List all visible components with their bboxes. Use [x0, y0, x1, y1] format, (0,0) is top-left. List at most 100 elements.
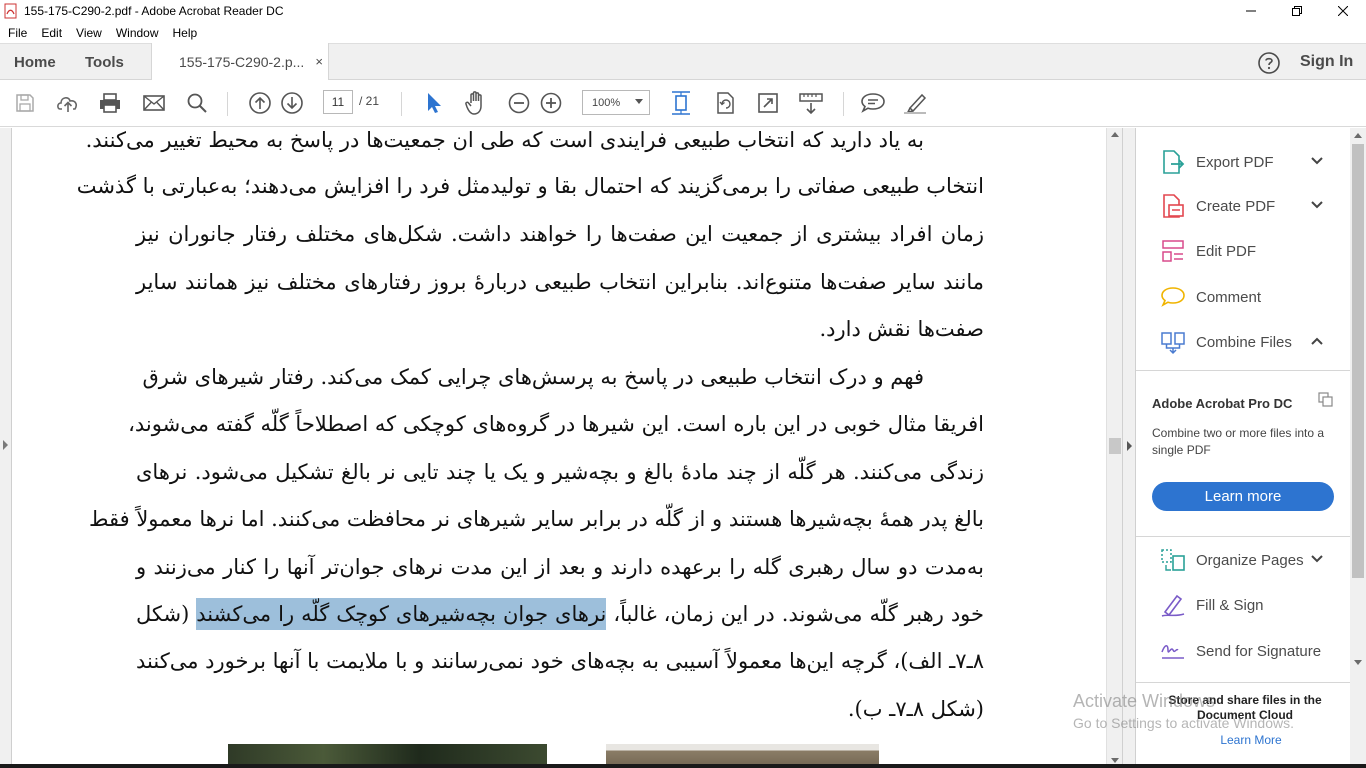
export-pdf-icon: [1160, 149, 1186, 175]
zoom-in-icon[interactable]: [538, 90, 564, 116]
document-viewport[interactable]: به یاد دارید که انتخاب طبیعی فرایندی است…: [0, 128, 1122, 768]
document-cloud-learn-more-link[interactable]: Learn More: [1136, 733, 1366, 747]
chevron-up-icon[interactable]: [1310, 333, 1324, 351]
chevron-down-icon: [635, 99, 643, 104]
save-icon[interactable]: [12, 90, 38, 116]
print-icon[interactable]: [97, 90, 123, 116]
tools-pane-scrollbar[interactable]: [1350, 128, 1366, 768]
zoom-out-icon[interactable]: [506, 90, 532, 116]
tab-home[interactable]: Home: [14, 44, 56, 80]
page-down-icon[interactable]: [279, 90, 305, 116]
scroll-mode-icon[interactable]: [798, 90, 824, 116]
text-line: زمان افراد بیشتری از جمعیت این صفت‌ها را…: [136, 222, 984, 246]
pdf-page: به یاد دارید که انتخاب طبیعی فرایندی است…: [76, 128, 990, 768]
comment-icon[interactable]: [860, 90, 886, 116]
copy-icon[interactable]: [1318, 392, 1334, 413]
search-icon[interactable]: [184, 90, 210, 116]
close-tab-icon[interactable]: ×: [315, 54, 323, 69]
zoom-select[interactable]: 100%: [582, 90, 650, 115]
activate-windows-watermark: Activate Windows Go to Settings to activ…: [1073, 690, 1294, 734]
pane-divider: [1136, 370, 1350, 371]
text-line: به یاد دارید که انتخاب طبیعی فرایندی است…: [85, 128, 924, 152]
title-bar: 155-175-C290-2.pdf - Adobe Acrobat Reade…: [0, 0, 1366, 22]
fit-page-icon[interactable]: [668, 90, 694, 116]
tool-create-pdf[interactable]: Create PDF: [1136, 186, 1350, 226]
tool-label: Combine Files: [1196, 333, 1292, 351]
page-number-input[interactable]: 11: [323, 90, 353, 114]
text-line: ۸ـ۷ـ الف)، گرچه این‌ها معمولاً آسیبی به …: [136, 649, 984, 673]
scroll-thumb[interactable]: [1352, 144, 1364, 578]
tools-pane: Export PDF Create PDF Edit PDF Comment C…: [1136, 128, 1350, 768]
document-tab-label: 155-175-C290-2.p...: [179, 54, 305, 70]
rotate-icon[interactable]: [712, 90, 738, 116]
tool-comment[interactable]: Comment: [1136, 277, 1350, 317]
page-total: / 21: [359, 94, 380, 108]
scroll-up-icon[interactable]: [1354, 133, 1362, 138]
send-signature-icon: [1160, 638, 1186, 664]
tab-document[interactable]: 155-175-C290-2.p... ×: [151, 43, 329, 81]
promo-title: Adobe Acrobat Pro DC: [1152, 396, 1293, 411]
email-icon[interactable]: [141, 90, 167, 116]
text-line: خود رهبر گلّه می‌شوند. در این زمان، غالب…: [136, 594, 984, 634]
scroll-up-icon[interactable]: [1111, 132, 1119, 137]
text-line: افریقا مثال خوبی در این باره است. این شی…: [128, 412, 984, 436]
tool-label: Organize Pages: [1196, 551, 1304, 569]
right-pane-toggle[interactable]: [1122, 128, 1136, 768]
organize-pages-icon: [1160, 547, 1186, 573]
hand-icon[interactable]: [463, 90, 489, 116]
menu-help[interactable]: Help: [166, 26, 205, 40]
tool-organize-pages[interactable]: Organize Pages: [1136, 540, 1350, 580]
edit-pdf-icon: [1160, 238, 1186, 264]
chevron-down-icon[interactable]: [1310, 153, 1324, 171]
watermark-subtitle: Go to Settings to activate Windows.: [1073, 715, 1294, 731]
text-highlight: نرهای جوان بچه‌شیرهای کوچک گلّه را می‌کش…: [196, 598, 607, 630]
left-nav-pane-toggle[interactable]: [0, 128, 12, 768]
tab-bar: Home Tools 155-175-C290-2.p... × Sign In: [0, 43, 1366, 81]
zoom-value: 100%: [592, 96, 621, 109]
document-scrollbar[interactable]: [1106, 128, 1122, 768]
restore-button[interactable]: [1274, 0, 1320, 22]
tool-combine-files[interactable]: Combine Files: [1136, 322, 1350, 362]
sign-in-button[interactable]: Sign In: [1300, 44, 1353, 80]
chevron-down-icon[interactable]: [1310, 197, 1324, 215]
text-line: انتخاب طبیعی صفاتی را برمی‌گزیند که احتم…: [76, 174, 984, 198]
menu-file[interactable]: File: [0, 26, 34, 40]
promo-text: Combine two or more files into a single …: [1152, 426, 1325, 457]
page-up-icon[interactable]: [247, 90, 273, 116]
expand-left-icon: [3, 440, 8, 450]
tool-export-pdf[interactable]: Export PDF: [1136, 142, 1350, 182]
minimize-button[interactable]: [1228, 0, 1274, 22]
tab-tools[interactable]: Tools: [85, 44, 124, 80]
text-line: (شکل ۸ـ۷ـ ب).: [847, 697, 984, 721]
menu-view[interactable]: View: [69, 26, 109, 40]
text-line: صفت‌ها نقش دارد.: [819, 317, 985, 341]
pdf-app-icon: [4, 3, 18, 19]
menu-bar: File Edit View Window Help: [0, 22, 1366, 43]
select-cursor-icon[interactable]: [420, 90, 446, 116]
scroll-down-icon[interactable]: [1354, 660, 1362, 665]
create-pdf-icon: [1160, 193, 1186, 219]
highlight-pen-icon[interactable]: [902, 90, 928, 116]
menu-edit[interactable]: Edit: [34, 26, 69, 40]
tool-send-signature[interactable]: Send for Signature: [1136, 631, 1350, 671]
combine-files-icon: [1160, 329, 1186, 355]
scroll-down-icon[interactable]: [1111, 758, 1119, 763]
menu-window[interactable]: Window: [109, 26, 166, 40]
tool-label: Create PDF: [1196, 197, 1276, 215]
pane-divider: [1136, 682, 1350, 683]
chevron-down-icon[interactable]: [1310, 551, 1324, 569]
scroll-thumb[interactable]: [1109, 438, 1121, 454]
cloud-upload-icon[interactable]: [55, 90, 81, 116]
text-after-highlight: (شکل: [136, 602, 197, 626]
close-window-button[interactable]: [1320, 0, 1366, 22]
tool-edit-pdf[interactable]: Edit PDF: [1136, 231, 1350, 271]
learn-more-button[interactable]: Learn more: [1152, 482, 1334, 511]
toolbar-separator: [843, 92, 844, 116]
text-line: بالغ پدر همهٔ بچه‌شیرها هستند و از گلّه …: [89, 507, 984, 531]
tool-label: Comment: [1196, 288, 1262, 306]
tool-fill-sign[interactable]: Fill & Sign: [1136, 585, 1350, 625]
fullscreen-icon[interactable]: [755, 90, 781, 116]
pane-divider: [1136, 536, 1350, 537]
help-icon[interactable]: [1257, 51, 1281, 80]
comment-tool-icon: [1160, 284, 1186, 310]
